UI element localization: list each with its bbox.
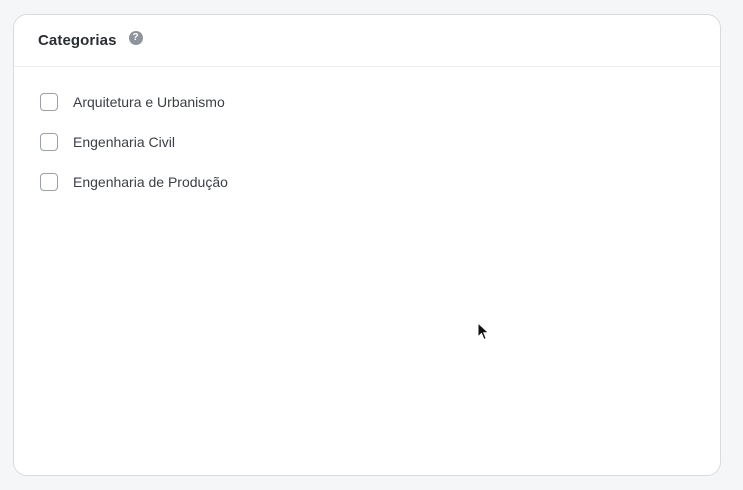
panel-title: Categorias <box>38 32 117 49</box>
category-label: Engenharia Civil <box>73 134 175 150</box>
panel-header: Categorias ? <box>14 15 720 67</box>
checkbox[interactable] <box>40 93 58 111</box>
checkbox[interactable] <box>40 133 58 151</box>
panel-body: Arquitetura e Urbanismo Engenharia Civil… <box>14 67 720 192</box>
category-list: Arquitetura e Urbanismo Engenharia Civil… <box>40 92 720 192</box>
category-item-arquitetura-e-urbanismo[interactable]: Arquitetura e Urbanismo <box>40 92 720 112</box>
page: Categorias ? Arquitetura e Urbanismo Eng… <box>0 0 743 490</box>
category-label: Arquitetura e Urbanismo <box>73 94 225 110</box>
question-circle-icon[interactable]: ? <box>128 30 143 45</box>
category-item-engenharia-de-producao[interactable]: Engenharia de Produção <box>40 172 720 192</box>
checkbox[interactable] <box>40 173 58 191</box>
category-label: Engenharia de Produção <box>73 174 228 190</box>
categories-panel: Categorias ? Arquitetura e Urbanismo Eng… <box>13 14 721 476</box>
category-item-engenharia-civil[interactable]: Engenharia Civil <box>40 132 720 152</box>
